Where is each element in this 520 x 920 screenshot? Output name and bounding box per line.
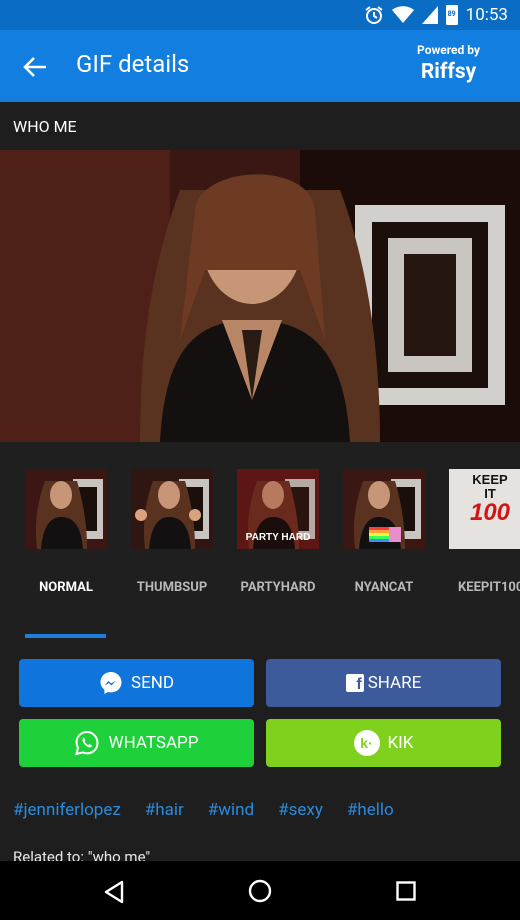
variant-thumb-thumbsup[interactable] (131, 469, 213, 549)
variant-image-nyancat (343, 469, 425, 549)
gif-caption: WHO ME (13, 117, 77, 136)
tag-link[interactable]: #wind (208, 800, 254, 820)
battery-icon: 89 (445, 5, 458, 25)
clock: 10:53 (465, 5, 508, 25)
variant-thumb-partyhard[interactable]: PARTY HARD (237, 469, 319, 549)
back-arrow-icon[interactable] (20, 52, 50, 82)
nav-back-icon[interactable] (103, 880, 125, 904)
signal-icon (421, 6, 438, 24)
kik-label: KIK (387, 733, 414, 753)
variant-thumb-nyancat[interactable] (343, 469, 425, 549)
variant-thumb-normal[interactable] (25, 469, 107, 549)
variant-image-keepit100: KEEP IT 100 (449, 469, 520, 549)
tag-list: #jenniferlopez #hair #wind #sexy #hello (13, 800, 394, 820)
tag-link[interactable]: #sexy (278, 800, 323, 820)
whatsapp-icon (75, 730, 99, 756)
tag-link[interactable]: #hello (347, 800, 394, 820)
variant-label-keepit100[interactable]: KEEPIT100 (437, 580, 520, 595)
variant-label-partyhard[interactable]: PARTYHARD (225, 580, 331, 595)
whatsapp-button[interactable]: WHATSAPP (19, 719, 254, 767)
variant-label-thumbsup[interactable]: THUMBSUP (119, 580, 225, 595)
system-nav-bar (0, 861, 520, 920)
app-bar: GIF details Powered by Riffsy (0, 30, 520, 102)
send-label: SEND (130, 673, 175, 693)
whatsapp-label: WHATSAPP (108, 733, 199, 753)
status-icons: 89 10:53 (364, 0, 508, 30)
status-bar: 89 10:53 (0, 0, 520, 30)
nav-recents-icon[interactable] (396, 881, 416, 901)
wifi-icon (391, 6, 414, 23)
send-button[interactable]: SEND (19, 659, 254, 707)
partyhard-overlay-text: PARTY HARD (246, 532, 311, 543)
powered-by-label: Powered by (417, 43, 480, 57)
kik-icon: k· (353, 730, 380, 756)
variant-image-normal (25, 469, 107, 549)
nav-home-icon[interactable] (248, 879, 272, 903)
keepit-line-3: 100 (469, 499, 511, 527)
tag-link[interactable]: #hair (145, 800, 184, 820)
messenger-icon (100, 672, 122, 694)
gif-image (0, 150, 520, 442)
share-button[interactable]: f SHARE (266, 659, 501, 707)
tag-link[interactable]: #jenniferlopez (13, 800, 121, 820)
variant-strip: PARTY HARD KEEP IT 100 NORMAL THUMBSUP P… (0, 442, 520, 642)
variant-image-partyhard: PARTY HARD (237, 469, 319, 549)
gif-preview[interactable] (0, 150, 520, 442)
variant-selected-indicator (25, 634, 106, 638)
page-title: GIF details (76, 50, 190, 78)
keepit-line-2: IT (484, 485, 496, 501)
powered-by-block: Powered by Riffsy (417, 44, 480, 83)
brand-name: Riffsy (420, 60, 477, 84)
facebook-icon: f (345, 674, 364, 693)
variant-image-thumbsup (131, 469, 213, 549)
variant-label-normal[interactable]: NORMAL (13, 580, 119, 595)
kik-button[interactable]: k· KIK (266, 719, 501, 767)
variant-thumb-keepit100[interactable]: KEEP IT 100 (449, 469, 520, 549)
keepit-line-1: KEEP (472, 472, 508, 487)
share-label: SHARE (367, 673, 422, 693)
alarm-icon (365, 6, 383, 24)
variant-label-nyancat[interactable]: NYANCAT (331, 580, 437, 595)
battery-level: 89 (447, 10, 456, 18)
